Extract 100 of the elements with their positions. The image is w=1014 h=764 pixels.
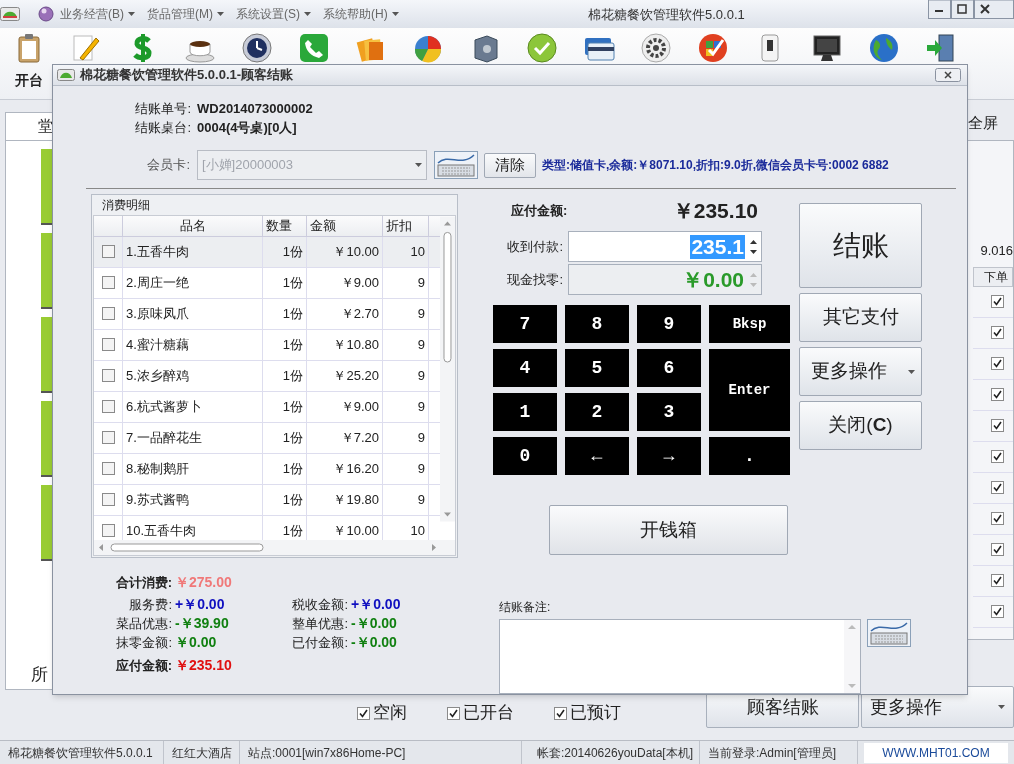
checkbox[interactable] xyxy=(101,338,115,351)
close-button[interactable] xyxy=(974,0,1014,19)
keypad-key[interactable]: 1 xyxy=(493,393,557,431)
field-value: WD2014073000002 xyxy=(197,100,313,119)
window-title: 棉花糖餐饮管理软件5.0.0.1 xyxy=(588,6,745,24)
keypad-key[interactable]: ← xyxy=(565,437,629,475)
keypad-key[interactable]: → xyxy=(637,437,701,475)
table-cell-text: 9 xyxy=(417,273,425,292)
keyboard-icon[interactable] xyxy=(867,619,911,647)
checkbox[interactable] xyxy=(991,574,1004,587)
dialog-title: 棉花糖餐饮管理软件5.0.0.1-顾客结账 xyxy=(80,66,294,85)
checkbox[interactable] xyxy=(991,605,1004,618)
summary-label: 税收金额: xyxy=(291,595,349,614)
exit-door-icon[interactable] xyxy=(924,32,957,64)
table-cell-text: 9 xyxy=(417,490,425,509)
action-button[interactable]: 其它支付 xyxy=(799,293,922,342)
summary-value: +￥0.00 xyxy=(351,595,401,614)
phone-icon[interactable] xyxy=(297,32,330,64)
status-text: 帐套:20140626youData[本机] xyxy=(536,744,693,762)
checkbox[interactable] xyxy=(991,326,1004,339)
checkbox[interactable] xyxy=(991,419,1004,432)
menu-item[interactable]: 系统设置(S) xyxy=(234,5,313,23)
checkbox[interactable] xyxy=(101,462,115,475)
filter-label[interactable]: 已预订 xyxy=(570,700,621,726)
vertical-scrollbar[interactable] xyxy=(440,216,455,522)
keypad-key[interactable]: 9 xyxy=(637,305,701,343)
checkbox[interactable] xyxy=(991,481,1004,494)
menu-item[interactable]: 系统帮助(H) xyxy=(321,5,401,23)
keypad-key[interactable]: 8 xyxy=(565,305,629,343)
keypad-key[interactable]: 3 xyxy=(637,393,701,431)
keyboard-icon[interactable] xyxy=(434,151,478,179)
summary-label: 合计消费: xyxy=(114,573,173,592)
column-header[interactable]: 金额 xyxy=(307,216,383,236)
website-link[interactable]: WWW.MHT01.COM xyxy=(864,742,1008,763)
checkbox[interactable] xyxy=(101,493,115,506)
member-info-text: 类型:储值卡,余额:￥8071.10,折扣:9.0折,微信会员卡号:0002 6882 xyxy=(542,157,889,174)
action-button[interactable]: 更多操作 xyxy=(799,347,922,396)
table-cell-text: 9 xyxy=(417,304,425,323)
table-cell-text: 9 xyxy=(417,366,425,385)
column-header[interactable]: 折扣 xyxy=(383,216,429,236)
keypad-key[interactable]: . xyxy=(709,437,790,475)
minimize-button[interactable] xyxy=(928,0,951,19)
fullscreen-tab[interactable]: 全屏 xyxy=(968,111,998,134)
checkbox[interactable] xyxy=(101,245,115,258)
keypad-key[interactable]: 7 xyxy=(493,305,557,343)
spin-arrows-icon[interactable] xyxy=(749,237,758,257)
checkbox[interactable] xyxy=(991,543,1004,556)
column-header[interactable]: 品名 xyxy=(123,216,263,236)
table-cell-text: 1份 xyxy=(282,273,303,292)
status-text: 棉花糖餐饮管理软件5.0.0.1 xyxy=(8,744,153,762)
checkbox[interactable] xyxy=(991,388,1004,401)
filter-label[interactable]: 已开台 xyxy=(463,700,514,726)
menu-item[interactable]: 货品管理(M) xyxy=(145,5,226,23)
checkbox[interactable] xyxy=(101,369,115,382)
remarks-field[interactable] xyxy=(499,619,861,694)
checkbox[interactable] xyxy=(554,706,567,720)
shield-check-icon[interactable] xyxy=(696,32,729,64)
checkmark-icon[interactable] xyxy=(525,32,558,64)
keypad-key[interactable]: 5 xyxy=(565,349,629,387)
keypad-key[interactable]: Bksp xyxy=(709,305,790,343)
globe-icon[interactable] xyxy=(867,32,900,64)
orb-icon[interactable] xyxy=(38,6,54,22)
checkbox[interactable] xyxy=(991,357,1004,370)
checkbox[interactable] xyxy=(357,706,370,720)
column-header: 下单 xyxy=(973,266,1013,287)
toolbar-label[interactable]: 开台 xyxy=(14,70,43,91)
action-button[interactable]: 关闭(C) xyxy=(799,401,922,450)
table-cell-text: 2.周庄一绝 xyxy=(126,273,189,292)
checkbox[interactable] xyxy=(101,400,115,413)
table-cell-text: ￥9.00 xyxy=(340,397,379,416)
settings-icon[interactable] xyxy=(639,32,672,64)
close-button[interactable] xyxy=(935,68,961,82)
checkbox[interactable] xyxy=(991,295,1004,308)
filter-label[interactable]: 空闲 xyxy=(373,700,407,726)
horizontal-scrollbar[interactable] xyxy=(94,540,455,555)
app-logo-icon[interactable] xyxy=(0,7,20,21)
table-cell-text: 9 xyxy=(417,397,425,416)
checkbox[interactable] xyxy=(101,524,115,537)
summary-label: 菜品优惠: xyxy=(115,614,173,633)
keypad-key[interactable]: 2 xyxy=(565,393,629,431)
checkbox[interactable] xyxy=(101,431,115,444)
checkbox[interactable] xyxy=(447,706,460,720)
checkbox[interactable] xyxy=(991,512,1004,525)
clear-button[interactable]: 清除 xyxy=(484,152,536,178)
monitor-icon[interactable] xyxy=(810,32,843,64)
checkbox[interactable] xyxy=(101,307,115,320)
summary-value: -￥0.00 xyxy=(351,614,397,633)
table-cell-text: 7.一品醉花生 xyxy=(126,428,202,447)
action-button[interactable]: 结账 xyxy=(799,203,922,288)
cash-drawer-button[interactable]: 开钱箱 xyxy=(549,505,788,555)
column-header[interactable]: 数量 xyxy=(263,216,307,236)
checkbox[interactable] xyxy=(101,276,115,289)
keypad-key[interactable]: Enter xyxy=(709,349,790,431)
keypad-key[interactable]: 0 xyxy=(493,437,557,475)
menu-item[interactable]: 业务经营(B) xyxy=(58,5,137,23)
checkbox[interactable] xyxy=(991,450,1004,463)
clock-icon[interactable] xyxy=(240,32,273,64)
keypad-key[interactable]: 4 xyxy=(493,349,557,387)
restore-button[interactable] xyxy=(951,0,974,19)
keypad-key[interactable]: 6 xyxy=(637,349,701,387)
